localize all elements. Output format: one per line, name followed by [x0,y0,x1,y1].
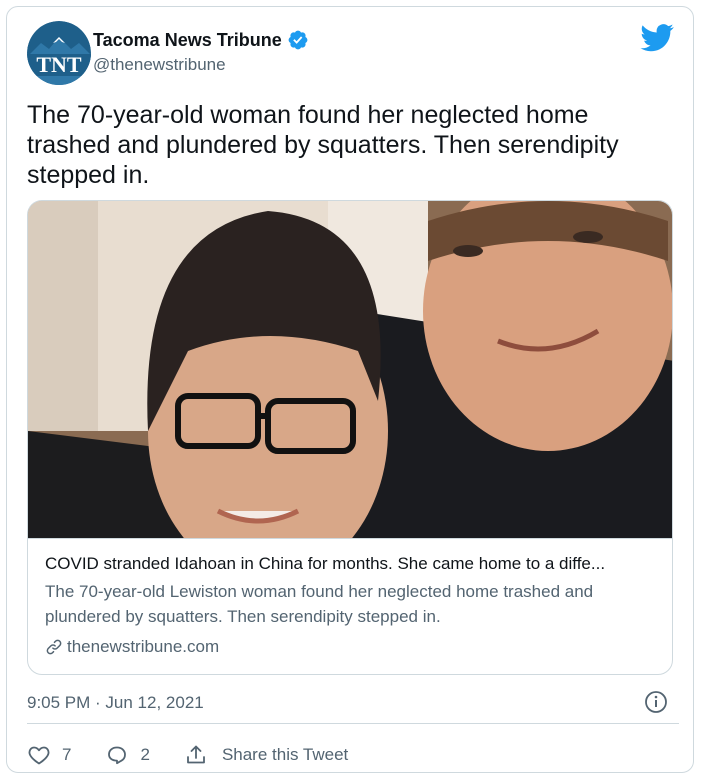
info-icon[interactable] [644,690,668,714]
share-tweet-button[interactable]: Share this Tweet [184,743,348,767]
twitter-bird-icon[interactable] [640,23,674,53]
card-divider [28,538,672,539]
tweet-actions-bar: 7 2 Share this Tweet [27,740,348,770]
like-button[interactable]: 7 [27,743,71,767]
author-display-name[interactable]: Tacoma News Tribune [93,29,282,51]
avatar[interactable]: TNT [27,21,91,85]
actions-divider [27,723,679,724]
link-icon [46,639,62,655]
author-handle[interactable]: @thenewstribune [93,55,226,75]
svg-text:TNT: TNT [36,52,82,77]
avatar-logo-image: TNT [27,21,91,85]
heart-icon [28,746,50,765]
like-count: 7 [62,745,72,764]
link-card-title[interactable]: COVID stranded Idahoan in China for mont… [45,553,660,575]
reply-button[interactable]: 2 [105,743,150,767]
verified-badge-icon [288,30,308,50]
link-card-description[interactable]: The 70-year-old Lewiston woman found her… [45,579,660,629]
tweet-timestamp[interactable]: 9:05 PM · Jun 12, 2021 [27,692,204,714]
share-icon [187,745,205,764]
link-card-domain[interactable]: thenewstribune.com [67,636,219,658]
reply-bubble-icon [108,746,127,765]
tweet-card: TNT Tacoma News Tribune @thenewstribune … [6,6,694,773]
link-preview-card[interactable]: COVID stranded Idahoan in China for mont… [27,200,673,675]
link-card-domain-row[interactable]: thenewstribune.com [45,636,219,658]
reply-count: 2 [140,745,150,764]
link-preview-image[interactable] [28,201,673,538]
tweet-text: The 70-year-old woman found her neglecte… [27,101,619,189]
share-label: Share this Tweet [221,745,349,764]
